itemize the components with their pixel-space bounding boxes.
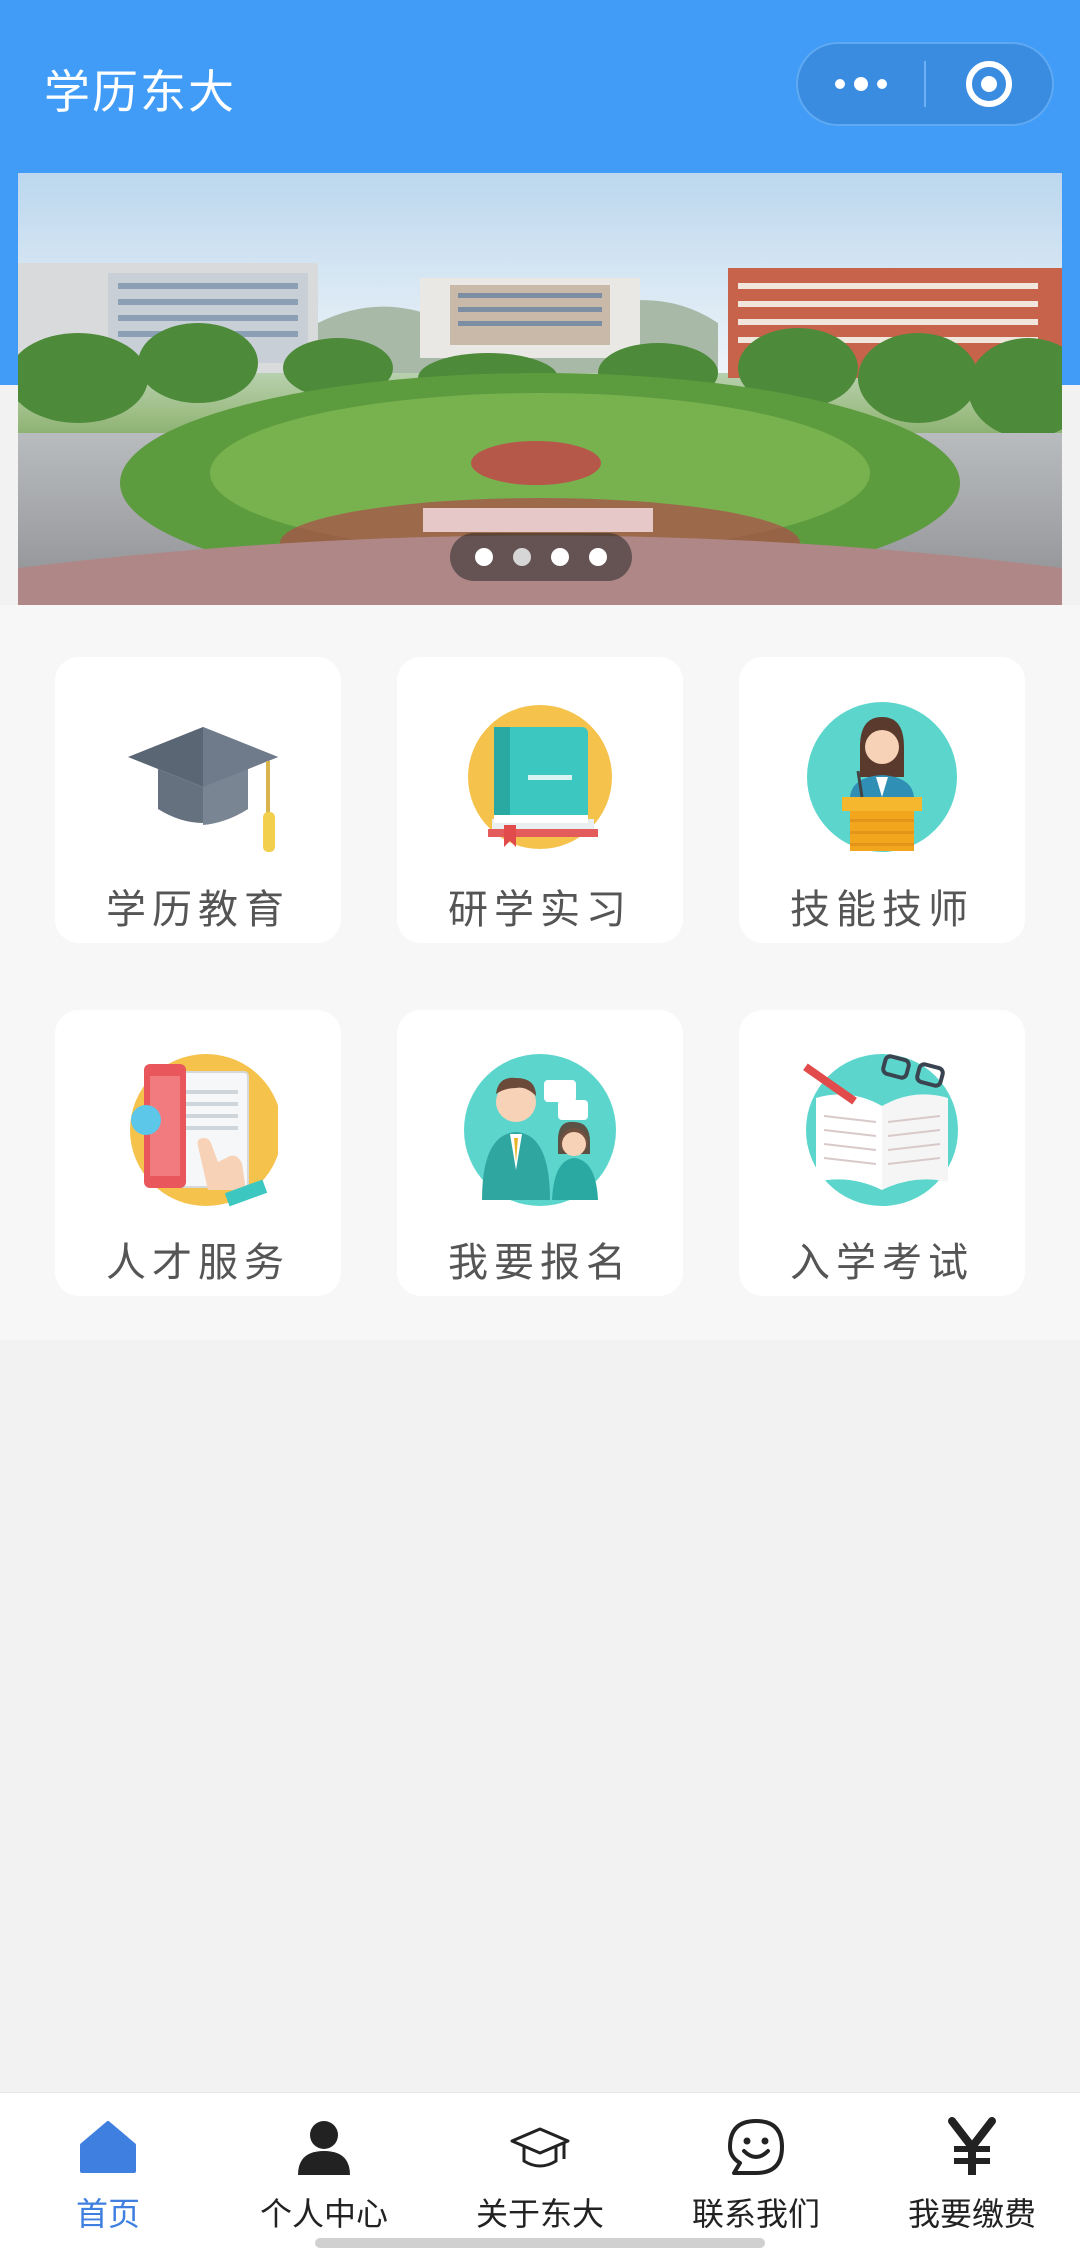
tab-personal-center[interactable]: 个人中心: [216, 2093, 432, 2248]
grid-item-label: 入学考试: [790, 1240, 974, 1286]
teacher-podium-icon: [807, 702, 957, 852]
open-book-glasses-icon: [803, 1054, 958, 1206]
graduation-cap-outline-icon: [510, 2127, 570, 2168]
tab-home[interactable]: 首页: [0, 2093, 216, 2248]
mini-program-capsule: [796, 42, 1054, 126]
tab-contact[interactable]: 联系我们: [648, 2093, 864, 2248]
carousel-dot[interactable]: [513, 548, 531, 566]
feature-grid: 学历教育 研学实习 技能技师 人才服务 我要报名 入学考试: [0, 605, 1080, 1340]
grid-item-label: 研学实习: [448, 887, 632, 933]
home-icon: [80, 2121, 136, 2173]
tab-label: 我要缴费: [907, 2195, 1036, 2233]
tab-label: 关于东大: [475, 2195, 604, 2233]
user-icon: [298, 2121, 350, 2175]
carousel-dot[interactable]: [589, 548, 607, 566]
grid-item-talent-service[interactable]: 人才服务: [55, 1010, 341, 1296]
grid-item-label: 技能技师: [790, 887, 974, 933]
carousel-indicator: [450, 533, 632, 581]
tab-label: 联系我们: [691, 2195, 820, 2233]
grid-item-skills-technician[interactable]: 技能技师: [739, 657, 1025, 943]
tab-label: 首页: [75, 2195, 140, 2233]
close-button[interactable]: [926, 42, 1052, 126]
home-indicator: [315, 2238, 765, 2248]
tab-about[interactable]: 关于东大: [432, 2093, 648, 2248]
chat-smile-icon: [728, 2119, 784, 2175]
yen-icon: [948, 2117, 996, 2175]
grid-item-register[interactable]: 我要报名: [397, 1010, 683, 1296]
grid-item-education[interactable]: 学历教育: [55, 657, 341, 943]
touch-screen-icon: [130, 1054, 278, 1207]
tab-label: 个人中心: [259, 2195, 388, 2233]
graduation-cap-icon: [128, 727, 278, 852]
banner-carousel[interactable]: [18, 173, 1062, 605]
grid-item-label: 学历教育: [106, 887, 290, 933]
carousel-dot[interactable]: [551, 548, 569, 566]
target-circle-icon: [965, 61, 1012, 107]
book-icon: [468, 705, 612, 849]
more-button[interactable]: [798, 42, 924, 126]
carousel-dot[interactable]: [475, 548, 493, 566]
more-dots-icon: [835, 77, 887, 91]
bottom-tab-bar: 首页 个人中心 关于东大 联系我们 我要缴费: [0, 2092, 1080, 2248]
grid-item-study-internship[interactable]: 研学实习: [397, 657, 683, 943]
people-chat-icon: [464, 1054, 616, 1206]
grid-item-label: 我要报名: [448, 1240, 632, 1286]
grid-item-entrance-exam[interactable]: 入学考试: [739, 1010, 1025, 1296]
grid-item-label: 人才服务: [106, 1240, 290, 1286]
app-title: 学历东大: [44, 65, 236, 119]
tab-payment[interactable]: 我要缴费: [864, 2093, 1080, 2248]
